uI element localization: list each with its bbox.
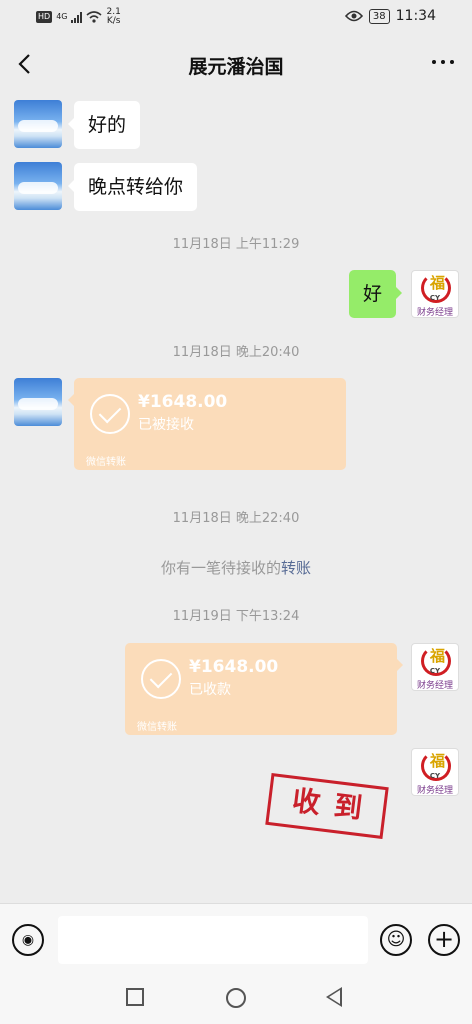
check-circle-icon [141,659,181,699]
contact-avatar[interactable] [14,100,62,148]
status-right: 38 11:34 [344,8,436,24]
nav-back-icon[interactable] [326,987,342,1007]
my-avatar[interactable]: 福 CY 财务经理 [411,643,459,691]
transfer-card[interactable]: ¥1648.00 已被接收 微信转账 [68,378,346,470]
status-left: HD 4G 2.1 K/s [36,8,121,26]
recents-icon[interactable] [126,988,144,1006]
emoji-icon[interactable]: ☺ [380,924,412,956]
transfer-card[interactable]: ¥1648.00 已收款 微信转账 [125,643,403,735]
clock: 11:34 [395,8,436,24]
transfer-brand: 微信转账 [86,457,126,468]
message-input[interactable] [58,916,368,964]
logo-brand: CY [429,772,441,780]
logo-caption: 财务经理 [416,308,453,318]
transfer-status: 已收款 [189,682,231,698]
system-nav-bar [0,975,472,1024]
more-options-icon[interactable] [432,60,454,64]
logo-symbol: 福 [430,647,446,665]
logo-symbol: 福 [430,752,446,770]
net-speed: 2.1 K/s [106,7,121,26]
home-icon[interactable] [226,988,246,1008]
transfer-amount: ¥1648.00 [138,392,228,412]
eye-icon [344,10,363,22]
transfer-brand: 微信转账 [137,722,177,733]
logo-caption: 财务经理 [416,681,453,691]
contact-avatar[interactable] [14,378,62,426]
logo-brand: CY [429,667,441,675]
transfer-amount: ¥1648.00 [189,657,279,677]
contact-avatar[interactable] [14,162,62,210]
chat-title: 展元潘治国 [188,56,284,78]
status-bar: HD 4G 2.1 K/s 38 11:34 [0,0,472,36]
input-bar: ◉ ☺ + [0,903,472,975]
logo-brand: CY [429,294,441,302]
hd-icon: HD [36,11,53,23]
wifi-icon [86,11,103,23]
signal-bars-icon [71,11,83,23]
transfer-status: 已被接收 [138,417,194,433]
battery-icon: 38 [368,8,390,24]
system-message: 你有一笔待接收的转账 [160,559,312,577]
message-bubble-incoming[interactable]: 好的 [67,101,141,149]
logo-symbol: 福 [430,274,446,292]
signal-label: 4G [56,12,68,21]
my-avatar[interactable]: 福 CY 财务经理 [411,748,459,796]
timestamp: 11月18日 上午11:29 [172,237,300,252]
logo-caption: 财务经理 [416,786,453,796]
message-bubble-outgoing[interactable]: 好 [349,270,403,318]
chat-header: 展元潘治国 [0,36,472,92]
voice-icon[interactable]: ◉ [12,924,44,956]
timestamp: 11月18日 晚上22:40 [172,511,300,526]
message-bubble-incoming[interactable]: 晚点转给你 [67,163,198,211]
check-circle-icon [90,394,130,434]
received-stamp-sticker[interactable]: 收到 [265,773,389,839]
timestamp: 11月19日 下午13:24 [172,609,300,624]
my-avatar[interactable]: 福 CY 财务经理 [411,270,459,318]
timestamp: 11月18日 晚上20:40 [172,345,300,360]
plus-icon[interactable]: + [428,924,460,956]
transfer-link[interactable]: 转账 [281,559,311,577]
